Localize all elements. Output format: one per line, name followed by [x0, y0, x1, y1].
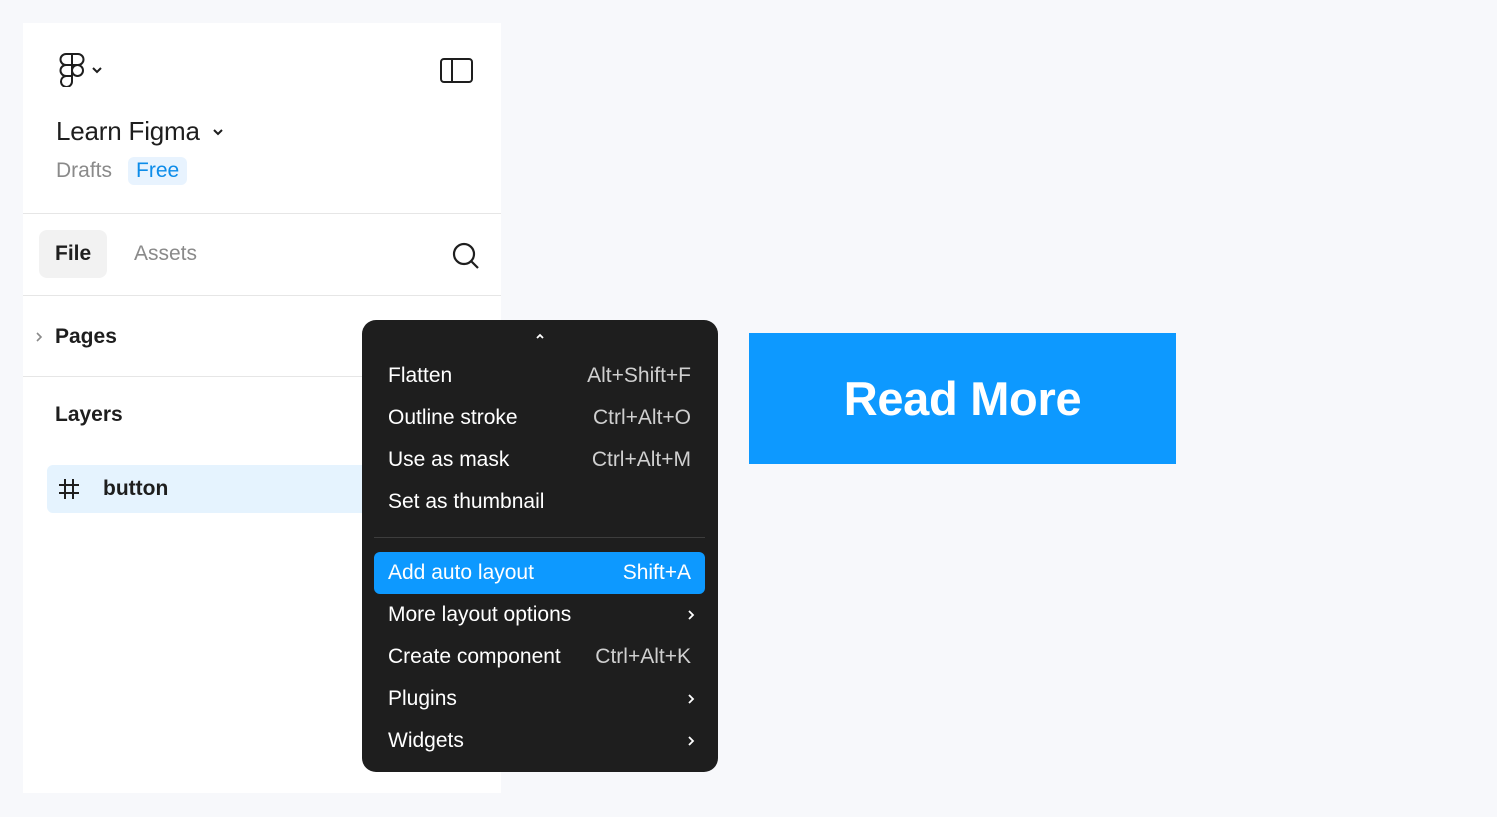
chevron-up-icon — [534, 332, 546, 348]
tab-assets[interactable]: Assets — [118, 230, 213, 278]
menu-item-label: Plugins — [388, 687, 457, 710]
menu-item-flatten[interactable]: Flatten Alt+Shift+F — [374, 355, 705, 397]
chevron-right-icon — [687, 693, 695, 705]
file-title: Learn Figma — [56, 116, 200, 146]
menu-item-label: More layout options — [388, 603, 572, 626]
menu-item-more-layout-options[interactable]: More layout options — [374, 594, 705, 636]
menu-item-shortcut: Ctrl+Alt+M — [591, 448, 691, 471]
divider — [23, 295, 501, 296]
layer-item[interactable]: button — [47, 465, 407, 513]
sidebar-toggle-button[interactable] — [439, 56, 473, 84]
canvas-button-label: Read More — [843, 372, 1082, 425]
breadcrumb: Drafts Free — [56, 157, 188, 185]
chevron-down-icon — [91, 66, 103, 74]
menu-separator — [374, 537, 705, 538]
breadcrumb-drafts[interactable]: Drafts — [56, 159, 112, 183]
file-title-row[interactable]: Learn Figma — [56, 116, 224, 147]
plan-badge[interactable]: Free — [128, 157, 188, 185]
layers-label: Layers — [55, 403, 123, 426]
menu-item-label: Outline stroke — [388, 406, 518, 429]
menu-item-label: Widgets — [388, 729, 464, 752]
menu-item-shortcut: Alt+Shift+F — [587, 364, 691, 387]
search-button[interactable] — [449, 239, 483, 273]
menu-item-create-component[interactable]: Create component Ctrl+Alt+K — [374, 636, 705, 678]
pages-section-toggle[interactable]: Pages — [23, 317, 117, 357]
menu-item-widgets[interactable]: Widgets — [374, 720, 705, 762]
chevron-right-icon — [687, 609, 695, 621]
main-menu-button[interactable] — [59, 53, 103, 87]
menu-item-label: Add auto layout — [388, 561, 534, 584]
pages-label: Pages — [55, 325, 117, 348]
figma-logo-icon — [59, 53, 85, 87]
menu-item-label: Flatten — [388, 364, 453, 387]
menu-item-set-as-thumbnail[interactable]: Set as thumbnail — [374, 481, 705, 523]
menu-item-shortcut: Shift+A — [622, 561, 691, 584]
tab-file[interactable]: File — [39, 230, 108, 278]
context-menu: Flatten Alt+Shift+F Outline stroke Ctrl+… — [362, 320, 718, 772]
chevron-right-icon — [687, 735, 695, 747]
sidebar-toggle-icon — [439, 57, 473, 83]
menu-item-add-auto-layout[interactable]: Add auto layout Shift+A — [374, 552, 705, 594]
menu-item-shortcut: Ctrl+Alt+K — [595, 645, 691, 668]
menu-scroll-up-button[interactable] — [530, 332, 550, 348]
layer-name: button — [103, 477, 169, 500]
menu-item-plugins[interactable]: Plugins — [374, 678, 705, 720]
menu-item-shortcut: Ctrl+Alt+O — [592, 406, 691, 429]
frame-icon — [47, 478, 91, 500]
menu-item-outline-stroke[interactable]: Outline stroke Ctrl+Alt+O — [374, 397, 705, 439]
search-icon — [451, 241, 481, 271]
menu-item-use-as-mask[interactable]: Use as mask Ctrl+Alt+M — [374, 439, 705, 481]
chevron-right-icon — [23, 331, 55, 343]
canvas-button-frame[interactable]: Read More — [749, 333, 1176, 464]
divider — [23, 213, 501, 214]
menu-item-label: Set as thumbnail — [388, 490, 545, 513]
menu-item-label: Create component — [388, 645, 561, 668]
chevron-down-icon[interactable] — [212, 128, 224, 136]
menu-item-label: Use as mask — [388, 448, 510, 471]
